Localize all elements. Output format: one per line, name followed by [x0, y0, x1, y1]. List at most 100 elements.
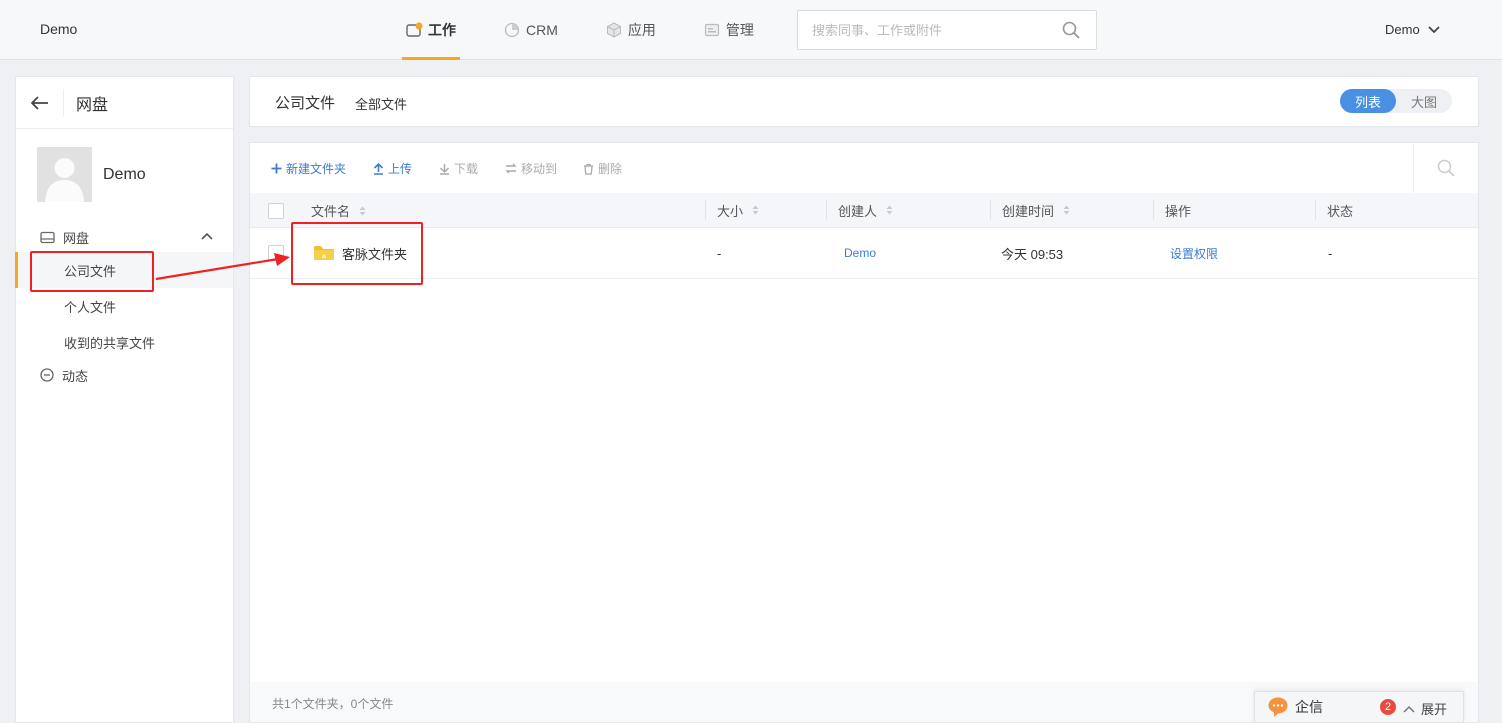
nav-crm-label: CRM	[526, 22, 558, 38]
col-filename-label: 文件名	[311, 204, 351, 219]
crm-icon	[504, 22, 520, 38]
file-size: -	[717, 245, 722, 261]
sidebar-item-shared-files[interactable]: 收到的共享文件	[16, 324, 233, 360]
page-scrollbar[interactable]	[1494, 60, 1502, 723]
chat-expand-button[interactable]: 展开	[1403, 699, 1447, 718]
sidebar-group-activity[interactable]: 动态	[16, 360, 233, 390]
nav-crm[interactable]: CRM	[500, 0, 562, 60]
col-created-time[interactable]: 创建时间	[990, 200, 1153, 220]
table-row[interactable]: 客脉文件夹 - Demo 今天 09:53 设置权限 -	[250, 228, 1478, 279]
annotation-box-folder	[291, 222, 423, 285]
download-button[interactable]: 下载	[439, 160, 478, 177]
breadcrumb-current[interactable]: 全部文件	[355, 94, 407, 113]
view-toggle: 列表 大图	[1340, 89, 1452, 113]
col-status: 状态	[1315, 200, 1475, 220]
upload-label: 上传	[388, 162, 413, 176]
sidebar-title: 网盘	[76, 96, 109, 114]
file-toolbar: 新建文件夹 上传 下载 移动到 删除	[250, 143, 1478, 193]
view-grid-button[interactable]: 大图	[1396, 89, 1452, 113]
profile-name: Demo	[103, 165, 146, 183]
new-folder-label: 新建文件夹	[286, 162, 347, 176]
back-button[interactable]	[16, 88, 64, 117]
chat-widget[interactable]: 企信 2 展开	[1254, 691, 1464, 723]
set-permission-link[interactable]: 设置权限	[1170, 228, 1218, 278]
top-bar: Demo 工作 CRM 应用 管理 搜索同事、工作或附件 Demo	[0, 0, 1502, 60]
nav-work-label: 工作	[428, 22, 456, 38]
main-nav: 工作 CRM 应用 管理	[402, 0, 798, 60]
profile: Demo	[16, 129, 233, 202]
trash-icon	[584, 163, 593, 175]
table-header: 文件名 大小 创建人 创建时间 操作 状态	[250, 193, 1478, 228]
sort-icon	[886, 205, 893, 215]
col-size-label: 大小	[717, 203, 744, 219]
default-avatar-icon	[45, 158, 84, 202]
file-creator-link[interactable]: Demo	[844, 228, 876, 278]
col-actions: 操作	[1153, 200, 1315, 220]
download-icon	[439, 163, 450, 175]
swap-icon	[505, 163, 517, 174]
user-menu[interactable]: Demo	[1385, 22, 1440, 37]
move-to-button[interactable]: 移动到	[505, 160, 557, 177]
nav-admin-label: 管理	[725, 22, 754, 38]
annotation-arrow-icon	[155, 253, 290, 281]
sort-icon	[359, 206, 366, 215]
move-to-label: 移动到	[521, 162, 558, 176]
chevron-down-icon	[1428, 25, 1440, 33]
sidebar-item-label: 收到的共享文件	[64, 335, 156, 351]
sort-icon	[1063, 205, 1070, 215]
file-search-button[interactable]	[1413, 143, 1478, 193]
file-panel: 新建文件夹 上传 下载 移动到 删除 文件名 大小 创建人 创建时间 操作 状态…	[249, 142, 1479, 723]
col-status-label: 状态	[1327, 203, 1354, 219]
new-folder-button[interactable]: 新建文件夹	[271, 160, 346, 177]
sort-icon	[752, 205, 759, 215]
nav-apps-label: 应用	[627, 22, 656, 38]
chevron-up-icon	[1403, 705, 1415, 713]
sidebar-group-disk[interactable]: 网盘	[16, 222, 233, 252]
select-all-cell	[257, 193, 284, 228]
sidebar-item-label: 个人文件	[64, 299, 117, 315]
chat-expand-label: 展开	[1421, 702, 1448, 717]
drive-icon	[40, 231, 55, 243]
plus-icon	[271, 163, 282, 174]
brand-name[interactable]: Demo	[40, 21, 77, 37]
sidebar-group-activity-label: 动态	[62, 368, 89, 384]
col-size[interactable]: 大小	[705, 200, 825, 220]
delete-button[interactable]: 删除	[583, 160, 622, 177]
search-input[interactable]	[798, 11, 1048, 49]
col-actions-label: 操作	[1165, 203, 1192, 219]
file-created-time: 今天 09:53	[1001, 246, 1064, 262]
col-created-time-label: 创建时间	[1002, 203, 1055, 219]
breadcrumb-root[interactable]: 公司文件	[275, 92, 335, 113]
col-creator[interactable]: 创建人	[826, 200, 990, 220]
arrow-left-icon	[30, 95, 48, 110]
nav-admin[interactable]: 管理	[700, 0, 758, 60]
avatar[interactable]	[37, 147, 92, 202]
activity-icon	[40, 368, 54, 382]
nav-work[interactable]: 工作	[402, 0, 460, 60]
user-name: Demo	[1385, 22, 1420, 37]
search-icon	[1437, 159, 1455, 177]
file-status: -	[1328, 245, 1333, 261]
annotation-box-sidebar	[30, 251, 154, 292]
breadcrumb: 公司文件 全部文件 列表 大图	[249, 76, 1479, 127]
unread-badge: 2	[1380, 699, 1396, 715]
global-search	[797, 10, 1097, 50]
admin-icon	[704, 22, 720, 38]
chat-bubble-icon	[1268, 697, 1288, 717]
sidebar-group-disk-label: 网盘	[63, 230, 90, 246]
view-list-button[interactable]: 列表	[1340, 89, 1396, 113]
apps-icon	[606, 22, 622, 38]
nav-apps[interactable]: 应用	[602, 0, 660, 60]
sidebar: 网盘 Demo 网盘 公司文件 个人文件 收到的共享文件 动态	[15, 76, 234, 723]
select-all-checkbox[interactable]	[268, 202, 284, 219]
col-creator-label: 创建人	[838, 203, 878, 219]
chevron-up-icon	[201, 232, 213, 240]
sidebar-header: 网盘	[16, 77, 233, 129]
work-icon	[406, 22, 423, 38]
sidebar-item-personal-files[interactable]: 个人文件	[16, 288, 233, 324]
upload-button[interactable]: 上传	[373, 160, 412, 177]
sidebar-menu: 网盘 公司文件 个人文件 收到的共享文件 动态	[15, 222, 233, 390]
search-icon[interactable]	[1062, 21, 1080, 44]
upload-icon	[373, 162, 384, 175]
file-summary: 共1个文件夹，0个文件	[272, 697, 394, 711]
